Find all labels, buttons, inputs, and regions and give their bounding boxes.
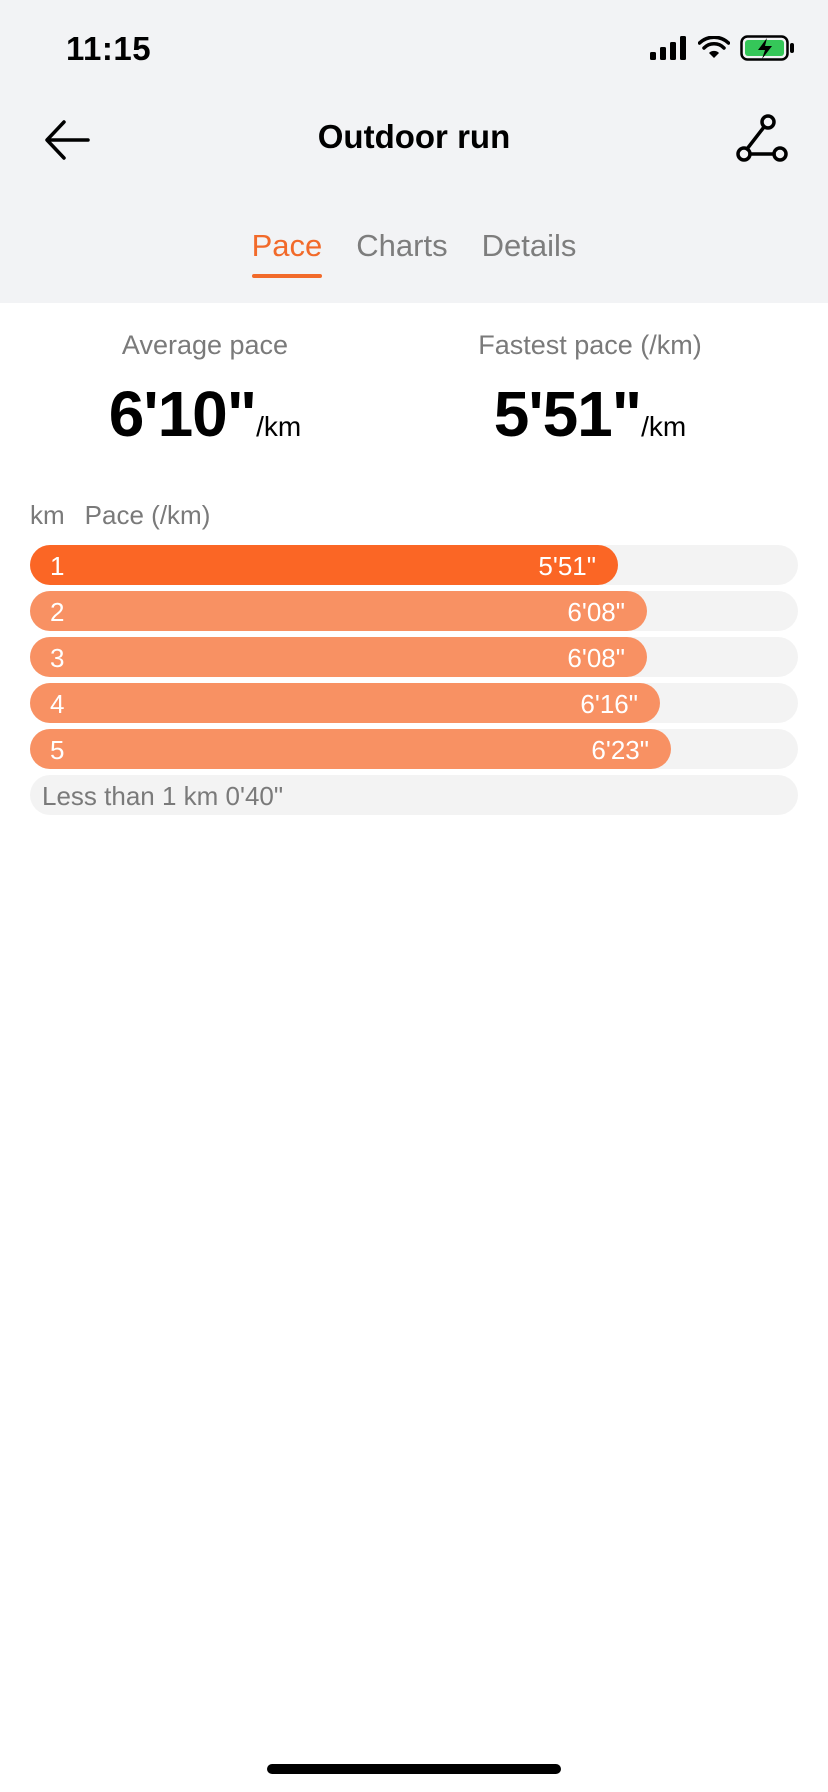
fastest-pace-label: Fastest pace (/km): [478, 330, 702, 360]
route-icon[interactable]: [734, 112, 790, 168]
split-pace: 6'23": [591, 735, 649, 765]
split-km: 1: [50, 551, 65, 581]
split-row: 4 6'16": [30, 683, 798, 723]
split-km: 3: [50, 643, 65, 673]
average-pace-stat: Average pace 6'10"/km: [90, 330, 320, 451]
signal-icon: [650, 36, 686, 60]
fastest-pace-value: 5'51"/km: [450, 377, 730, 451]
average-pace-number: 6'10": [108, 378, 257, 450]
split-bar: [30, 729, 671, 769]
tab-bar: Pace Charts Details: [0, 228, 828, 278]
average-pace-value: 6'10"/km: [90, 377, 320, 451]
split-pace: 6'08": [567, 597, 625, 627]
split-bar: [30, 637, 647, 677]
splits-list: 1 5'51" 2 6'08" 3 6'08" 4 6'16" 5 6'23" …: [30, 545, 798, 821]
battery-charging-icon: [740, 35, 794, 61]
average-pace-label: Average pace: [121, 330, 289, 360]
split-km: 2: [50, 597, 65, 627]
remainder-text: Less than 1 km 0'40": [42, 781, 284, 811]
split-km: 4: [50, 689, 65, 719]
splits-table-header: km Pace (/km): [30, 500, 210, 531]
split-bar: [30, 591, 647, 631]
average-pace-unit: /km: [256, 411, 302, 442]
tab-pace[interactable]: Pace: [251, 228, 322, 278]
status-icons: [650, 34, 796, 62]
split-row: 2 6'08": [30, 591, 798, 631]
split-row: 5 6'23": [30, 729, 798, 769]
split-pace: 6'08": [567, 643, 625, 673]
column-header-km: km: [30, 500, 65, 530]
fastest-pace-number: 5'51": [493, 378, 642, 450]
fastest-pace-unit: /km: [641, 411, 687, 442]
home-indicator[interactable]: [267, 1764, 561, 1774]
status-time: 11:15: [66, 30, 152, 67]
split-bar: [30, 683, 660, 723]
fastest-pace-stat: Fastest pace (/km) 5'51"/km: [450, 330, 730, 451]
split-pace: 6'16": [580, 689, 638, 719]
column-header-pace: Pace (/km): [84, 500, 211, 530]
split-pace: 5'51": [538, 551, 596, 581]
pace-summary: Average pace 6'10"/km Fastest pace (/km)…: [0, 330, 828, 450]
header-area: 11:15 Outdoor run Pace Charts Details: [0, 0, 828, 303]
split-km: 5: [50, 735, 65, 765]
wifi-icon: [698, 36, 730, 58]
page-title: Outdoor run: [317, 118, 511, 155]
tab-charts[interactable]: Charts: [356, 228, 447, 278]
tab-details[interactable]: Details: [482, 228, 577, 278]
split-bar: [30, 545, 618, 585]
split-row-remainder: Less than 1 km 0'40": [30, 775, 798, 815]
split-row: 3 6'08": [30, 637, 798, 677]
split-row: 1 5'51": [30, 545, 798, 585]
